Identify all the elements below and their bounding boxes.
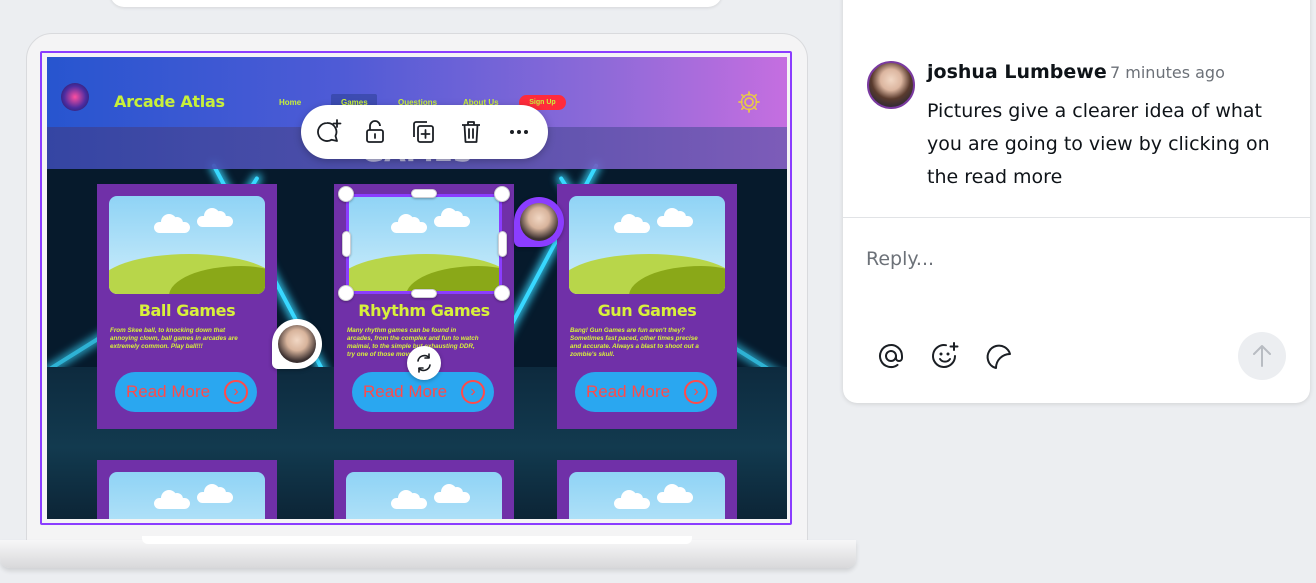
avatar[interactable] bbox=[867, 61, 915, 109]
add-emoji-icon[interactable] bbox=[929, 340, 961, 372]
add-comment-icon[interactable] bbox=[313, 117, 343, 147]
comment-text: Pictures give a clearer idea of what you… bbox=[927, 100, 1270, 188]
avatar bbox=[278, 325, 316, 363]
more-icon[interactable] bbox=[504, 117, 534, 147]
resize-handle-bottom-left[interactable] bbox=[338, 285, 354, 301]
divider bbox=[843, 217, 1310, 218]
trash-icon[interactable] bbox=[456, 117, 486, 147]
resize-handle-bottom-right[interactable] bbox=[494, 285, 510, 301]
resize-handle-right[interactable] bbox=[498, 231, 507, 257]
sticker-icon[interactable] bbox=[983, 340, 1015, 372]
lock-icon[interactable] bbox=[360, 117, 390, 147]
image-selection-box[interactable] bbox=[346, 194, 502, 294]
laptop-base bbox=[0, 540, 856, 568]
resize-handle-top[interactable] bbox=[411, 189, 437, 198]
rotate-handle[interactable] bbox=[407, 346, 441, 380]
resize-handle-bottom[interactable] bbox=[411, 289, 437, 298]
resize-handle-top-left[interactable] bbox=[338, 186, 354, 202]
rotate-icon bbox=[417, 353, 431, 373]
send-button[interactable] bbox=[1238, 332, 1286, 380]
duplicate-icon[interactable] bbox=[408, 117, 438, 147]
comment-timestamp: 7 minutes ago bbox=[1110, 63, 1225, 82]
avatar bbox=[520, 203, 558, 241]
laptop-notch bbox=[142, 536, 692, 544]
element-toolbar bbox=[301, 105, 548, 159]
comment-marker-avatar[interactable] bbox=[272, 319, 322, 369]
arrow-up-icon bbox=[1253, 345, 1271, 367]
resize-handle-left[interactable] bbox=[342, 231, 351, 257]
comment-marker-avatar[interactable] bbox=[514, 197, 564, 247]
comment-author[interactable]: joshua Lumbewe bbox=[927, 61, 1107, 83]
mention-icon[interactable] bbox=[875, 340, 907, 372]
resize-handle-top-right[interactable] bbox=[494, 186, 510, 202]
reply-input[interactable] bbox=[866, 242, 1286, 276]
top-card bbox=[110, 0, 722, 7]
